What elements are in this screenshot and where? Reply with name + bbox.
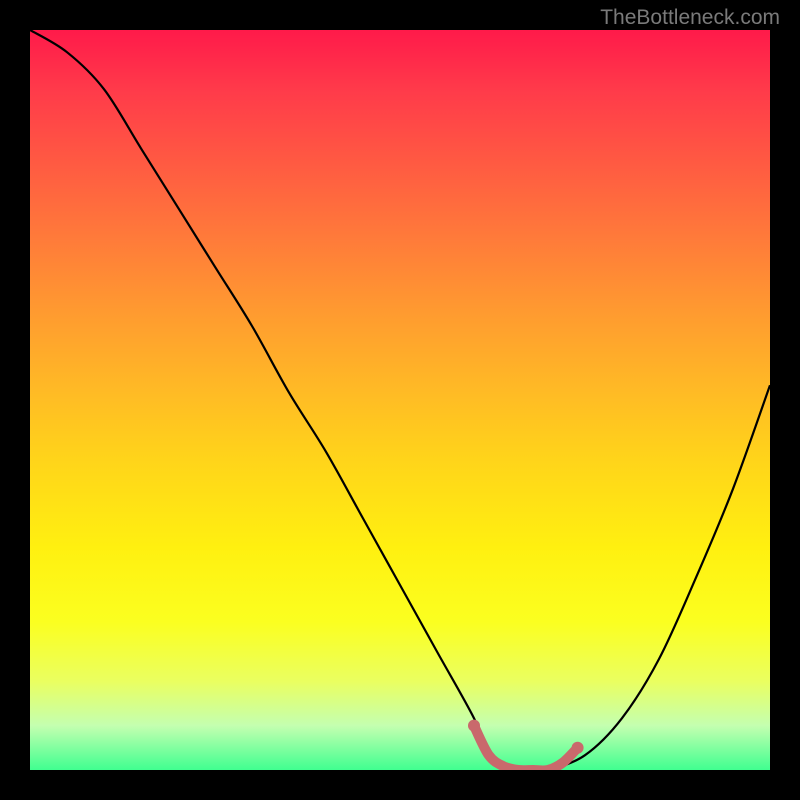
highlight-segment: [474, 726, 578, 770]
chart-gradient-background: [30, 30, 770, 770]
highlight-start-dot: [468, 720, 480, 732]
chart-svg: [30, 30, 770, 770]
bottleneck-curve: [30, 30, 770, 770]
attribution-text: TheBottleneck.com: [600, 6, 780, 30]
highlight-end-dot: [572, 742, 584, 754]
